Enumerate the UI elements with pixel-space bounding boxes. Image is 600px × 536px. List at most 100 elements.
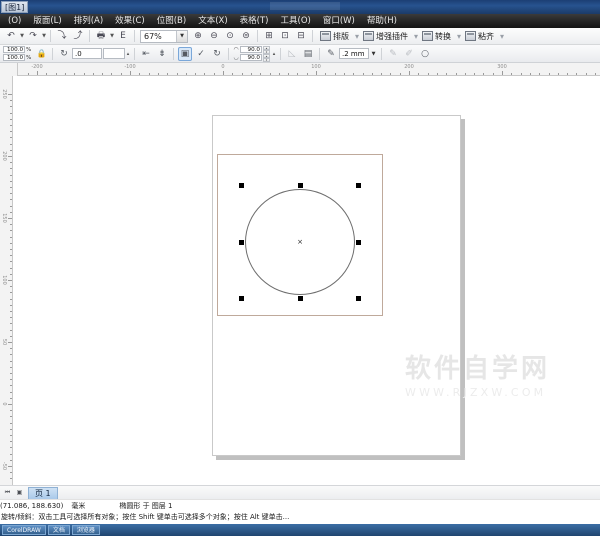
v-ruler-minor-tick <box>10 280 12 281</box>
zoom-level-value: 67% <box>144 31 162 41</box>
ruler-origin-corner[interactable] <box>0 63 18 76</box>
add-page-icon[interactable]: ▣ <box>14 487 25 498</box>
corner-a-stepper[interactable]: ▴ ▾ <box>263 45 270 54</box>
plugin-button-enhanced-label: 增强插件 <box>376 31 408 41</box>
extra-tool-1-icon[interactable]: ✎ <box>386 47 400 61</box>
menu-item-file[interactable]: (O) <box>2 15 27 28</box>
zoom-page-icon[interactable]: ⊡ <box>278 29 292 43</box>
wrap-paragraph-icon[interactable]: ▤ <box>301 47 315 61</box>
rotation-stepper-icon[interactable]: ▴ <box>125 47 131 61</box>
h-ruler-label: 0 <box>221 64 225 70</box>
zoom-in-icon[interactable]: ⊕ <box>191 29 205 43</box>
publish-icon[interactable]: E <box>116 29 130 43</box>
corner-b-row: ◡ 90.0 ▴ ▾ <box>232 53 270 62</box>
selection-handle-nw[interactable] <box>239 183 244 188</box>
mirror-vertical-icon[interactable]: ⇟ <box>155 47 169 61</box>
menu-item-arrange[interactable]: 排列(A) <box>68 15 109 28</box>
plugin-button-align[interactable]: 粘齐 <box>463 29 498 44</box>
selection-handle-e[interactable] <box>356 239 361 245</box>
property-separator-2 <box>134 47 135 60</box>
menu-item-text[interactable]: 文本(X) <box>192 15 233 28</box>
export-icon[interactable]: ⤴ <box>71 29 85 43</box>
vertical-ruler[interactable]: 250 200 150 100 50 0 -50 <box>0 76 13 485</box>
plugin-dropdown-3-icon[interactable]: ▾ <box>457 32 461 41</box>
page-tab-1[interactable]: 页 1 <box>28 486 58 499</box>
menu-item-bitmap[interactable]: 位图(B) <box>151 15 192 28</box>
h-ruler-label: 100 <box>311 64 321 70</box>
selection-handle-w[interactable] <box>239 239 244 245</box>
selection-handle-sw[interactable] <box>239 296 244 301</box>
menu-item-window[interactable]: 窗口(W) <box>317 15 361 28</box>
v-ruler-minor-tick <box>10 453 12 455</box>
import-icon[interactable]: ⤵ <box>55 29 69 43</box>
corner-extra-icon[interactable]: ▴ <box>271 47 277 61</box>
convert-to-curves-icon[interactable]: ↻ <box>210 47 224 61</box>
v-ruler-minor-tick <box>10 137 12 139</box>
to-back-icon[interactable]: ✓ <box>194 47 208 61</box>
corner-fields-group: ◠ 90.0 ▴ ▾ ◡ 90.0 ▴ ▾ <box>232 45 270 62</box>
selection-handle-se[interactable] <box>356 296 361 301</box>
h-ruler-minor-tick <box>213 73 215 75</box>
rotation-center-input[interactable] <box>103 48 125 59</box>
taskbar-item-2[interactable]: 浏览器 <box>71 525 100 535</box>
plugin-button-convert[interactable]: 转换 <box>420 29 455 44</box>
selection-handle-s[interactable] <box>297 296 303 301</box>
plugin-button-typeset[interactable]: 排版 <box>318 29 353 44</box>
zoom-selection-icon[interactable]: ⊞ <box>262 29 276 43</box>
menu-item-tools[interactable]: 工具(O) <box>275 15 317 28</box>
toolbar-separator-1 <box>50 30 51 42</box>
taskbar-item-0[interactable]: CorelDRAW <box>2 525 46 535</box>
to-front-icon[interactable]: ▣ <box>178 46 192 61</box>
menu-item-table[interactable]: 表格(T) <box>234 15 275 28</box>
first-page-icon[interactable]: ⏮ <box>2 487 13 498</box>
outline-width-input[interactable]: .2 mm <box>339 48 369 59</box>
document-tab[interactable]: [图1] <box>1 1 29 13</box>
v-ruler-minor-tick <box>10 466 12 467</box>
scale-x-unit: % <box>26 46 32 53</box>
menu-bar: (O) 版面(L) 排列(A) 效果(C) 位图(B) 文本(X) 表格(T) … <box>0 14 600 28</box>
scale-x-input[interactable]: 100.0 <box>3 45 25 54</box>
zoom-all-icon[interactable]: ⊜ <box>239 29 253 43</box>
h-ruler-minor-tick <box>297 73 299 75</box>
redo-icon[interactable]: ↷ <box>26 29 40 43</box>
h-ruler-minor-tick <box>92 73 94 75</box>
print-dropdown-icon[interactable]: ▼ <box>109 29 115 43</box>
h-ruler-minor-tick <box>167 73 169 75</box>
extra-tool-3-icon[interactable]: ○ <box>418 47 432 61</box>
extra-tool-2-icon[interactable]: ✐ <box>402 47 416 61</box>
redo-dropdown-icon[interactable]: ▼ <box>41 29 47 43</box>
scale-y-input[interactable]: 100.0 <box>3 53 25 62</box>
chevron-down-icon[interactable]: ▼ <box>176 30 187 42</box>
v-ruler-minor-tick <box>10 304 12 306</box>
drawing-canvas[interactable]: × 软件自学网 WWW.RJZXW.COM <box>13 76 600 485</box>
v-ruler-minor-tick <box>10 199 12 201</box>
undo-dropdown-icon[interactable]: ▼ <box>19 29 25 43</box>
selection-handle-ne[interactable] <box>356 183 361 188</box>
zoom-width-icon[interactable]: ⊟ <box>294 29 308 43</box>
menu-item-help[interactable]: 帮助(H) <box>361 15 403 28</box>
print-icon[interactable]: 🖶 <box>94 29 108 43</box>
zoom-fit-icon[interactable]: ⊙ <box>223 29 237 43</box>
menu-item-layout[interactable]: 版面(L) <box>27 15 67 28</box>
corner-b-stepper[interactable]: ▴ ▾ <box>263 53 270 62</box>
undo-icon[interactable]: ↶ <box>4 29 18 43</box>
corner-b-input[interactable]: 90.0 <box>240 53 262 62</box>
plugin-button-enhanced[interactable]: 增强插件 <box>361 29 412 44</box>
corner-a-input[interactable]: 90.0 <box>240 45 262 54</box>
plugin-dropdown-2-icon[interactable]: ▾ <box>414 32 418 41</box>
v-ruler-minor-tick <box>10 168 12 170</box>
horizontal-ruler[interactable]: -200 -100 0 100 200 300 <box>0 63 600 76</box>
zoom-out-icon[interactable]: ⊖ <box>207 29 221 43</box>
taskbar-item-1[interactable]: 文档 <box>47 525 70 535</box>
plugin-dropdown-1-icon[interactable]: ▾ <box>355 32 359 41</box>
menu-item-effects[interactable]: 效果(C) <box>109 15 151 28</box>
text-wrap-icon[interactable]: ◺ <box>285 47 299 61</box>
zoom-level-combo[interactable]: 67% ▼ <box>140 29 188 43</box>
h-ruler-label: 200 <box>404 64 414 70</box>
mirror-horizontal-icon[interactable]: ⇤ <box>139 47 153 61</box>
rotation-angle-input[interactable]: .0 <box>72 48 102 59</box>
plugin-dropdown-4-icon[interactable]: ▾ <box>500 32 504 41</box>
outline-width-dropdown-icon[interactable]: ▼ <box>369 48 378 59</box>
selection-handle-n[interactable] <box>297 183 303 188</box>
lock-ratio-icon[interactable]: 🔒 <box>36 47 47 61</box>
